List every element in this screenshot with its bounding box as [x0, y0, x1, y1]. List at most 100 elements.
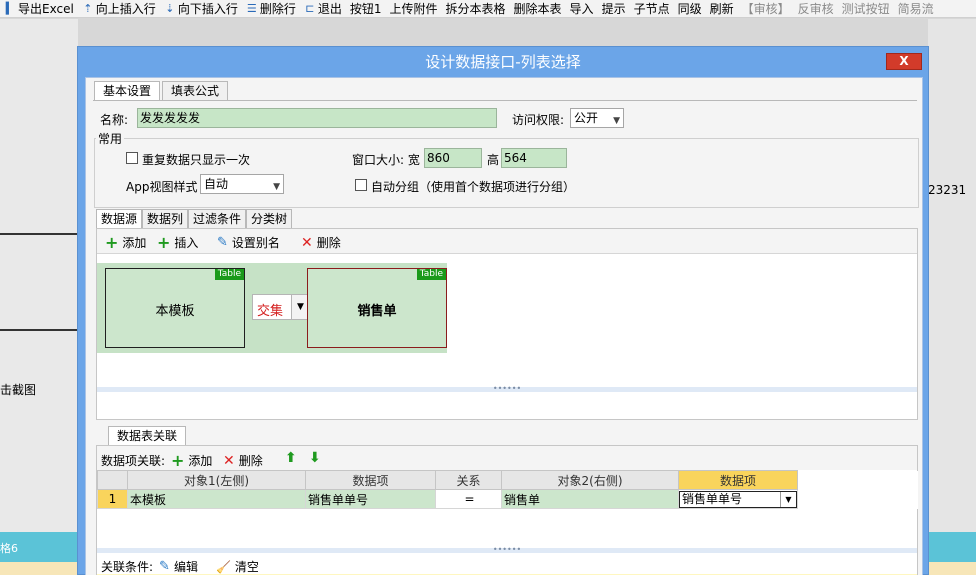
grid-header-filler	[797, 470, 918, 490]
toolbar-button[interactable]: ⇣ 向下插入行	[160, 0, 242, 17]
add-button[interactable]: + 添加	[105, 234, 146, 251]
plus-icon: +	[171, 450, 185, 470]
grid-header-cell[interactable]: 数据项	[305, 470, 436, 490]
relation-add-label: 添加	[188, 454, 213, 468]
set-alias-button[interactable]: ✎ 设置别名	[217, 234, 280, 251]
app-view-label: App视图样式	[126, 180, 198, 194]
delete-icon: ✕	[223, 452, 235, 469]
toolbar-button[interactable]: 拆分本表格	[442, 0, 510, 17]
table-row[interactable]: 1 本模板 销售单单号 = 销售单 销售单单号 ▼	[97, 489, 918, 509]
grid-cell-object2[interactable]: 销售单	[501, 489, 679, 509]
toolbar-button-label: 导出Excel	[18, 2, 74, 16]
delete-button[interactable]: ✕ 删除	[301, 234, 341, 251]
relation-splitter[interactable]: ••••••	[97, 546, 917, 554]
toolbar-button[interactable]: 刷新	[706, 0, 738, 17]
toolbar-button-label: 向上插入行	[95, 2, 156, 16]
grid-cell-field1[interactable]: 销售单单号	[305, 489, 436, 509]
auto-group-label: 自动分组（使用首个数据项进行分组）	[371, 180, 576, 194]
toolbar-button[interactable]: ☰ 删除行	[242, 0, 300, 17]
toolbar-button-label: 向下插入行	[177, 2, 238, 16]
height-label: 高	[487, 153, 500, 167]
auto-group-checkbox[interactable]	[355, 179, 367, 191]
plus-icon: +	[157, 232, 171, 252]
background-left-pane: 击截图	[0, 19, 78, 575]
background-teal-bar	[928, 532, 976, 562]
relation-panel: 数据表关联 数据项关联: + 添加 ✕ 删除 ⬆ ⬇ 对象1(左侧) 数据项 关…	[96, 424, 918, 575]
grid-cell-field2[interactable]: 销售单单号 ▼	[678, 489, 798, 509]
chevron-down-icon: ▼	[613, 116, 620, 126]
common-group-title: 常用	[96, 130, 125, 147]
repeat-once-checkbox[interactable]	[126, 152, 138, 164]
relation-toolbar-label: 数据项关联:	[101, 454, 166, 468]
background-left-text: 击截图	[0, 383, 37, 397]
height-input[interactable]: 564	[501, 148, 567, 168]
background-divider	[0, 329, 78, 331]
tab-table-relation[interactable]: 数据表关联	[108, 426, 187, 446]
toolbar-button-label: 删除本表	[513, 2, 562, 16]
tab-data-columns[interactable]: 数据列	[142, 209, 189, 228]
plus-icon: +	[105, 232, 119, 252]
grid-cell-relation[interactable]: =	[435, 489, 502, 509]
toolbar-button[interactable]: ▍ 导出Excel	[0, 0, 78, 17]
tab-fill-formula[interactable]: 填表公式	[162, 81, 229, 100]
app-view-select-value: 自动	[204, 177, 229, 191]
grid-header-cell[interactable]: 关系	[435, 470, 502, 490]
toolbar-button[interactable]: 简易流	[894, 0, 938, 17]
width-input[interactable]: 860	[424, 148, 482, 168]
app-view-select[interactable]: 自动 ▼	[200, 174, 284, 194]
tab-datasource[interactable]: 数据源	[96, 209, 143, 228]
tab-filter-conditions[interactable]: 过滤条件	[188, 209, 247, 228]
broom-icon[interactable]: 🧹	[216, 560, 231, 574]
move-down-button[interactable]: ⬇	[309, 450, 321, 466]
panel-splitter[interactable]: ••••••	[97, 385, 917, 393]
tab-basic-settings[interactable]: 基本设置	[94, 81, 161, 100]
grid-header-cell[interactable]: 对象1(左侧)	[127, 470, 306, 490]
add-label: 添加	[122, 236, 147, 250]
condition-edit-button[interactable]: 编辑	[174, 558, 198, 575]
edit-icon: ✎	[217, 234, 228, 250]
delete-icon: ✕	[301, 234, 313, 251]
table-node-sales[interactable]: Table 销售单	[307, 268, 447, 348]
toolbar-button[interactable]: ⇡ 向上插入行	[78, 0, 160, 17]
toolbar-button-label: 【审核】	[741, 2, 790, 16]
delete-row-icon: ☰	[246, 1, 257, 15]
toolbar-button[interactable]: 导入	[566, 0, 598, 17]
row-number: 1	[97, 489, 128, 509]
name-input[interactable]: 发发发发发	[137, 108, 497, 128]
condition-clear-button[interactable]: 清空	[235, 558, 259, 575]
arrow-up-icon: ⬆	[285, 450, 297, 466]
join-type-select[interactable]: 交集 ▼	[252, 294, 310, 320]
toolbar-button[interactable]: 同级	[674, 0, 706, 17]
chevron-down-icon: ▼	[273, 182, 280, 192]
toolbar-button[interactable]: 【审核】	[738, 0, 794, 17]
edit-icon[interactable]: ✎	[159, 560, 170, 573]
toolbar-button[interactable]: 提示	[598, 0, 630, 17]
relation-add-button[interactable]: + 添加	[171, 452, 212, 469]
datasource-panel: + 添加 + 插入 ✎ 设置别名 ✕ 删除 Table 本模板 交集 ▼ Tab…	[96, 228, 918, 420]
access-select[interactable]: 公开 ▼	[570, 108, 624, 128]
repeat-once-label: 重复数据只显示一次	[142, 153, 251, 167]
toolbar-button[interactable]: 反审核	[794, 0, 838, 17]
dialog-body: 基本设置 填表公式 名称: 发发发发发 访问权限: 公开 ▼ 常用 重复数据只显…	[85, 77, 923, 575]
toolbar-button[interactable]: ⊏ 退出	[300, 0, 346, 17]
field2-select[interactable]: 销售单单号 ▼	[679, 490, 797, 508]
toolbar-button[interactable]: 上传附件	[386, 0, 442, 17]
window-size-label: 窗口大小: 宽	[352, 153, 420, 167]
move-up-button[interactable]: ⬆	[285, 450, 297, 466]
toolbar-button-label: 上传附件	[389, 2, 438, 16]
tab-category-tree[interactable]: 分类树	[246, 209, 293, 228]
datasource-tabs: 数据源 数据列 过滤条件 分类树	[96, 209, 293, 228]
exit-icon: ⊏	[305, 1, 315, 15]
toolbar-button[interactable]: 删除本表	[510, 0, 566, 17]
table-node-template[interactable]: Table 本模板	[105, 268, 245, 348]
toolbar-button[interactable]: 测试按钮	[838, 0, 894, 17]
toolbar-button[interactable]: 子节点	[630, 0, 674, 17]
background-bottom-strip	[0, 562, 78, 575]
relation-delete-button[interactable]: ✕ 删除	[223, 452, 263, 469]
grid-header-cell[interactable]: 对象2(右侧)	[501, 470, 679, 490]
grid-header-cell[interactable]: 数据项	[678, 470, 798, 490]
toolbar-button[interactable]: 按钮1	[346, 0, 386, 17]
close-button[interactable]: X	[886, 53, 922, 70]
insert-button[interactable]: + 插入	[157, 234, 198, 251]
grid-cell-object1[interactable]: 本模板	[127, 489, 306, 509]
